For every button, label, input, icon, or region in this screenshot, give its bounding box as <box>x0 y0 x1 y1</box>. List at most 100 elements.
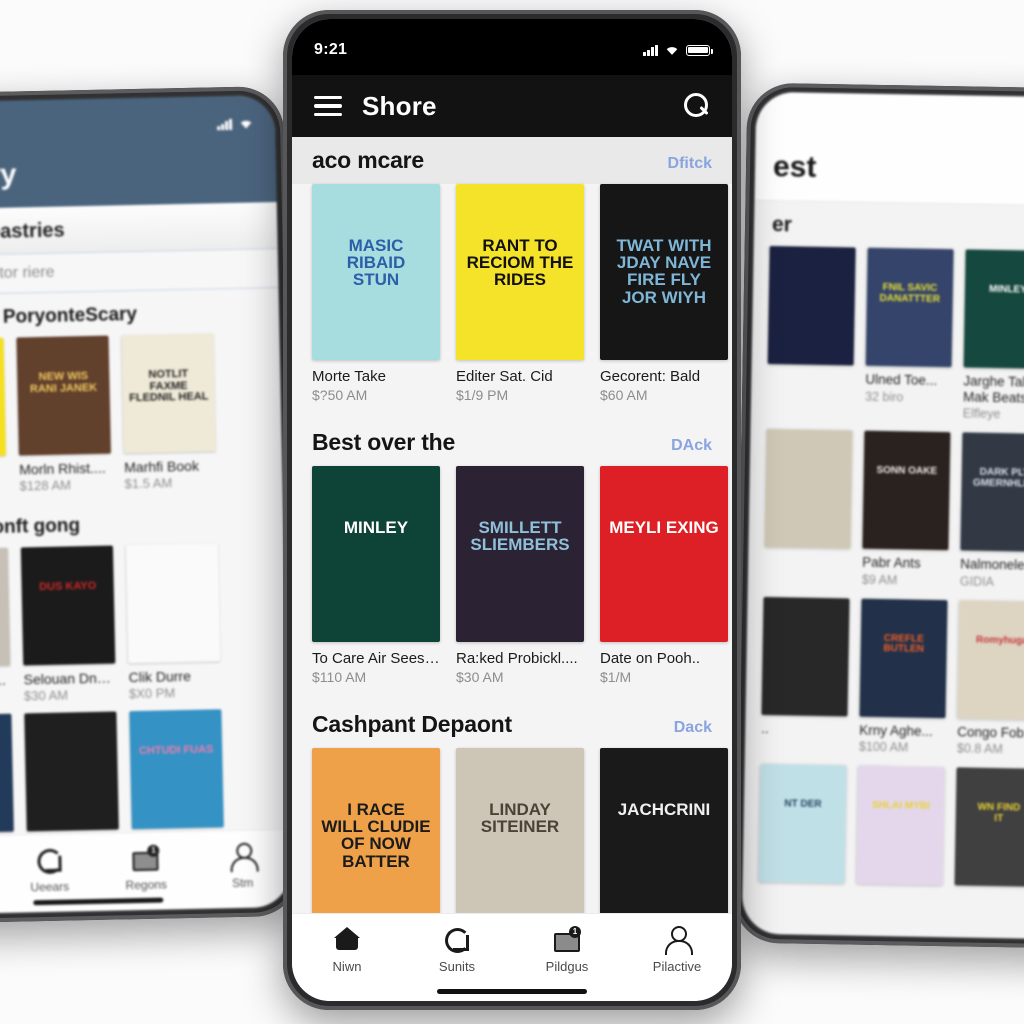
home-icon <box>334 926 360 952</box>
book-card[interactable]: NEW WIS RANI JANEK Morln Rhist.... $128 AM <box>16 335 111 493</box>
tab-niwn[interactable]: Niwn <box>292 926 402 974</box>
person-icon <box>664 926 693 955</box>
book-title: laolo Chebr.. <box>0 462 6 480</box>
section-link[interactable]: Dack <box>674 719 712 737</box>
book-card[interactable] <box>767 246 856 419</box>
cover-title-art: MINLEY <box>343 517 409 537</box>
center-section-header: aco mcare Dfitck <box>292 137 732 184</box>
book-card[interactable]: I RACE WILL CLUDIE OF NOW BATTER <box>312 748 440 913</box>
book-card[interactable]: MASIC RIBAID STUN Morte Take $?50 AM <box>312 184 440 403</box>
book-card[interactable]: MINLEY To Care Air Sees.... $110 AM <box>312 466 440 685</box>
book-card[interactable]: Clik Durre $X0 PM <box>125 543 221 701</box>
cover-title-art <box>775 281 849 282</box>
book-card[interactable]: TWAT WITH JDAY NAVE FIRE FLY JOR WIYH Gecore… <box>600 184 728 403</box>
book-card[interactable]: MEYLI EXING Date on Pooh.. $1/M <box>600 466 728 685</box>
book-cover[interactable]: RANT TO RECIOM THE RIDES <box>456 184 584 360</box>
center-content-scroll[interactable]: aco mcare Dfitck MASIC RIBAID STUN Morte Tak… <box>292 137 732 913</box>
book-title: Gecorent: Bald <box>600 368 701 385</box>
book-card[interactable]: SMILLETT SLIEMBERS Ra:ked Probickl.... $30… <box>456 466 584 685</box>
book-cover[interactable] <box>0 713 14 834</box>
right-section-title: er <box>771 213 793 237</box>
right-page-title: est <box>772 150 817 184</box>
book-card[interactable]: laolo Chebr..9:8 AM <box>0 337 7 496</box>
right-section-header: er Indén <box>754 201 1024 253</box>
signal-bars-icon <box>217 118 233 130</box>
wifi-icon <box>240 120 252 129</box>
tab-sunits[interactable]: Sunits <box>402 926 512 974</box>
status-indicators <box>217 118 253 130</box>
book-price: $60 AM <box>600 387 648 403</box>
section-link[interactable]: DAck <box>671 437 712 455</box>
book-title: Jarghe Tal Mak Beatss... <box>962 373 1024 406</box>
book-card[interactable]: RANT TO RECIOM THE RIDES Editer Sat. Cid $1/… <box>456 184 584 403</box>
book-cover[interactable]: DUS KAYO <box>20 545 116 666</box>
book-card[interactable] <box>764 429 853 586</box>
book-card[interactable]: JACHCRINI <box>600 748 728 913</box>
book-card[interactable]: .. <box>761 596 850 753</box>
book-cover[interactable]: MINLEY <box>963 249 1024 369</box>
tab-pilactive[interactable]: Pilactive <box>622 926 732 974</box>
book-cover[interactable]: FNIL SAVIC DANATTTER <box>865 247 954 368</box>
book-title: Congo Fob.. <box>957 723 1024 741</box>
book-card[interactable]: Romyhuga Congo Fob.. $0.8 AM <box>957 599 1024 757</box>
tab-pildgus[interactable]: 1 Pildgus <box>512 926 622 974</box>
book-cover[interactable]: SONN OAKE <box>862 430 951 551</box>
section-link[interactable]: Dfitck <box>668 155 712 173</box>
book-card[interactable]: FIVE BROOKTREE! noent Boom...70 PM <box>0 547 11 706</box>
book-card[interactable]: WN FIND IT <box>954 767 1024 894</box>
book-cover[interactable]: LINDAY SITEINER <box>456 748 584 913</box>
book-cover[interactable]: JACHCRINI <box>600 748 728 913</box>
book-cover[interactable]: NEW WIS RANI JANEK <box>16 335 111 456</box>
book-card[interactable]: NT DER <box>758 763 847 891</box>
tab-label: Regons <box>125 877 168 893</box>
book-cover[interactable]: CHTUDI FUAS <box>129 709 224 830</box>
book-cover[interactable]: SHLAI MYBI <box>856 765 945 886</box>
book-cover[interactable] <box>767 246 856 366</box>
book-card[interactable]: SHLAI MYBI <box>856 765 945 893</box>
cover-title-art: CREFLE BUTLEN <box>883 632 925 655</box>
book-cover[interactable]: SMILLETT SLIEMBERS <box>456 466 584 642</box>
cover-title-art: FIVE BROOKTREE! <box>0 583 3 607</box>
book-price <box>767 372 853 374</box>
book-card[interactable]: DARK PLY GMERNHLLE Nalmonele.. GIDIA <box>960 432 1024 589</box>
book-card[interactable]: DUS KAYO Selouan Dnee... $30 AM <box>20 545 116 703</box>
cover-title-art: FNIL SAVIC DANATTTER <box>879 282 941 305</box>
book-card[interactable]: CREFLE BUTLEN Krny Aghe... $100 AM <box>859 598 948 755</box>
book-cover[interactable]: MINLEY <box>312 466 440 642</box>
right-app-header: est <box>754 143 1024 208</box>
book-cover[interactable]: FIVE BROOKTREE! <box>0 547 11 668</box>
book-cover[interactable]: TWAT WITH JDAY NAVE FIRE FLY JOR WIYH <box>600 184 728 360</box>
search-placeholder: Gover Sitor riere <box>0 263 55 283</box>
tab-ueears[interactable]: Ueears <box>1 846 98 895</box>
book-cover[interactable] <box>24 711 119 832</box>
book-cover[interactable]: MASIC RIBAID STUN <box>312 184 440 360</box>
book-cover[interactable]: CREFLE BUTLEN <box>859 598 948 718</box>
tab-stm[interactable]: Stm <box>194 842 291 891</box>
left-phone-screen: 9:14 Sibpary ebook Foastries Gover Sitor… <box>0 95 292 915</box>
book-cover[interactable]: NT DER <box>758 763 847 884</box>
book-cover[interactable] <box>0 337 6 458</box>
search-icon[interactable] <box>684 93 710 119</box>
book-card[interactable]: FNIL SAVIC DANATTTER Ulned Toe... 32 biro <box>865 247 954 421</box>
book-cover[interactable]: DARK PLY GMERNHLLE <box>960 432 1024 552</box>
book-card[interactable]: SONN OAKE Pabr Ants $9 AM <box>862 430 951 588</box>
book-card[interactable]: MINLEY Jarghe Tal Mak Beatss... Elfleye <box>963 249 1024 422</box>
center-book-row: MASIC RIBAID STUN Morte Take $?50 AM RANT TO… <box>292 184 732 415</box>
cover-title-art <box>772 464 846 465</box>
hamburger-menu-icon[interactable] <box>314 95 342 117</box>
book-cover[interactable] <box>764 429 853 549</box>
book-cover[interactable]: MEYLI EXING <box>600 466 728 642</box>
book-cover[interactable] <box>761 596 850 716</box>
book-card[interactable]: NOTLIT FAXME FLEDNIL HEAL Marhfi Book $1.5 … <box>121 333 216 491</box>
book-cover[interactable] <box>125 543 221 664</box>
book-cover[interactable]: WN FIND IT <box>954 767 1024 887</box>
wifi-icon <box>666 46 678 55</box>
book-cover[interactable]: NOTLIT FAXME FLEDNIL HEAL <box>121 333 216 454</box>
tab-regons[interactable]: 1 Regons <box>97 844 194 893</box>
cover-title-art: LINDAY SITEINER <box>480 799 560 837</box>
section-title: Best over the <box>312 429 456 455</box>
cover-title-art: Romyhuga <box>975 634 1024 647</box>
book-cover[interactable]: I RACE WILL CLUDIE OF NOW BATTER <box>312 748 440 913</box>
book-cover[interactable]: Romyhuga <box>957 599 1024 720</box>
book-card[interactable]: LINDAY SITEINER <box>456 748 584 913</box>
